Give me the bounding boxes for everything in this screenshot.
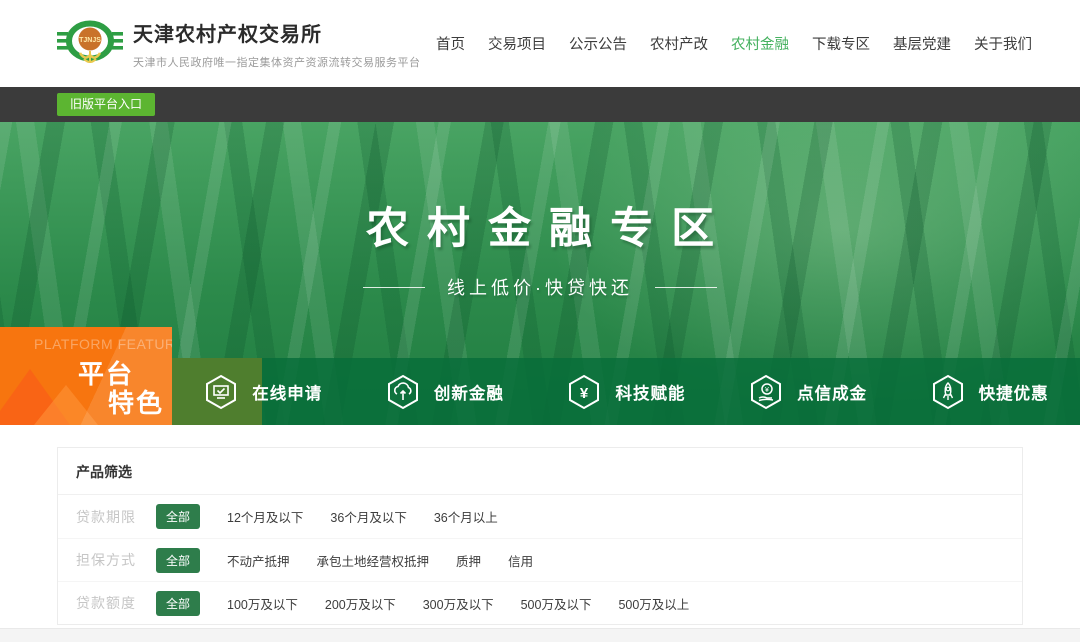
site-logo[interactable]: TJNJS 天津农村产权交易所 天津市人民政府唯一指定集体资产资源流转交易服务平… [57, 13, 421, 75]
tab-label: 快捷优惠 [979, 380, 1049, 404]
nav-item-home[interactable]: 首页 [436, 33, 465, 54]
filter-option[interactable]: 质押 [456, 551, 481, 570]
tab-label: 创新金融 [434, 380, 504, 404]
filter-option[interactable]: 36个月及以下 [330, 507, 406, 526]
main-nav: 首页 交易项目 公示公告 农村产改 农村金融 下载专区 基层党建 关于我们 [436, 33, 1032, 54]
tab-label: 科技赋能 [615, 380, 685, 404]
banner-subtitle-row: 线上低价·快贷快还 [0, 274, 1080, 300]
feature-tabstrip: 在线申请 创新金融 ¥ 科技赋能 [172, 358, 1080, 425]
site-logo-icon: TJNJS [57, 13, 123, 75]
page: TJNJS 天津农村产权交易所 天津市人民政府唯一指定集体资产资源流转交易服务平… [0, 0, 1080, 642]
svg-text:¥: ¥ [765, 387, 769, 394]
rocket-icon [930, 374, 966, 410]
banner-title: 农村金融专区 [0, 194, 1080, 256]
filter-option[interactable]: 信用 [508, 551, 533, 570]
platform-features-block: PLATFORM FEATURES 平台 特色 [0, 327, 172, 425]
filter-option[interactable]: 36个月以上 [434, 507, 498, 526]
tab-label: 在线申请 [252, 380, 322, 404]
filter-all-button[interactable]: 全部 [156, 504, 200, 529]
brand-text: 天津农村产权交易所 天津市人民政府唯一指定集体资产资源流转交易服务平台 [133, 18, 421, 70]
product-filter-panel: 产品筛选 贷款期限 全部 12个月及以下 36个月及以下 36个月以上 担保方式… [57, 447, 1023, 625]
nav-item-downloads[interactable]: 下载专区 [812, 33, 870, 54]
footer-strip [0, 628, 1080, 642]
tab-online-apply[interactable]: 在线申请 [172, 358, 354, 425]
filter-row-label: 贷款额度 [76, 593, 138, 613]
filter-option[interactable]: 500万及以上 [618, 594, 689, 613]
filter-all-button[interactable]: 全部 [156, 591, 200, 616]
tab-tech-empower[interactable]: ¥ 科技赋能 [535, 358, 717, 425]
filter-option[interactable]: 200万及以下 [325, 594, 396, 613]
coin-hand-icon: ¥ [748, 374, 784, 410]
tab-credit-to-gold[interactable]: ¥ 点信成金 [717, 358, 899, 425]
cloud-upload-icon [385, 374, 421, 410]
tab-innovative-finance[interactable]: 创新金融 [354, 358, 536, 425]
subtitle-line-right [655, 287, 717, 288]
triangle-decor-small [34, 385, 98, 425]
triangle-decor-large [0, 369, 70, 425]
svg-text:¥: ¥ [580, 385, 589, 402]
banner-subtitle: 线上低价·快贷快还 [447, 274, 633, 300]
filter-row-label: 贷款期限 [76, 507, 138, 527]
nav-item-rural-finance[interactable]: 农村金融 [731, 33, 789, 54]
finance-banner: 农村金融专区 线上低价·快贷快还 PLATFORM FEATURES 平台 特色 [0, 122, 1080, 425]
nav-item-announcements[interactable]: 公示公告 [569, 33, 627, 54]
site-subtitle: 天津市人民政府唯一指定集体资产资源流转交易服务平台 [133, 54, 421, 70]
monitor-check-icon [203, 374, 239, 410]
filter-option[interactable]: 500万及以下 [521, 594, 592, 613]
filter-option[interactable]: 承包土地经营权抵押 [317, 551, 430, 570]
filter-option[interactable]: 不动产抵押 [227, 551, 290, 570]
features-title-line2: 特色 [108, 383, 164, 420]
utility-bar: 旧版平台入口 [0, 87, 1080, 122]
svg-text:TJNJS: TJNJS [79, 37, 101, 44]
filter-row-loan-term: 贷款期限 全部 12个月及以下 36个月及以下 36个月以上 [58, 495, 1022, 538]
nav-item-rural-reform[interactable]: 农村产改 [650, 33, 708, 54]
filter-all-button[interactable]: 全部 [156, 548, 200, 573]
filter-option[interactable]: 12个月及以下 [227, 507, 303, 526]
nav-item-about[interactable]: 关于我们 [974, 33, 1032, 54]
site-header: TJNJS 天津农村产权交易所 天津市人民政府唯一指定集体资产资源流转交易服务平… [0, 0, 1080, 87]
old-platform-button[interactable]: 旧版平台入口 [57, 93, 155, 115]
yuan-icon: ¥ [566, 374, 602, 410]
main-content: 产品筛选 贷款期限 全部 12个月及以下 36个月及以下 36个月以上 担保方式… [0, 447, 1080, 625]
filter-option[interactable]: 300万及以下 [423, 594, 494, 613]
filter-row-guarantee-type: 担保方式 全部 不动产抵押 承包土地经营权抵押 质押 信用 [58, 538, 1022, 581]
filter-row-label: 担保方式 [76, 550, 138, 570]
nav-item-projects[interactable]: 交易项目 [488, 33, 546, 54]
features-eyebrow: PLATFORM FEATURES [34, 336, 172, 352]
subtitle-line-left [363, 287, 425, 288]
tab-label: 点信成金 [797, 380, 867, 404]
filter-option[interactable]: 100万及以下 [227, 594, 298, 613]
filter-row-loan-amount: 贷款额度 全部 100万及以下 200万及以下 300万及以下 500万及以下 … [58, 581, 1022, 624]
tab-quick-discount[interactable]: 快捷优惠 [898, 358, 1080, 425]
nav-item-party-building[interactable]: 基层党建 [893, 33, 951, 54]
filter-panel-title: 产品筛选 [58, 448, 1022, 495]
site-title: 天津农村产权交易所 [133, 18, 421, 47]
